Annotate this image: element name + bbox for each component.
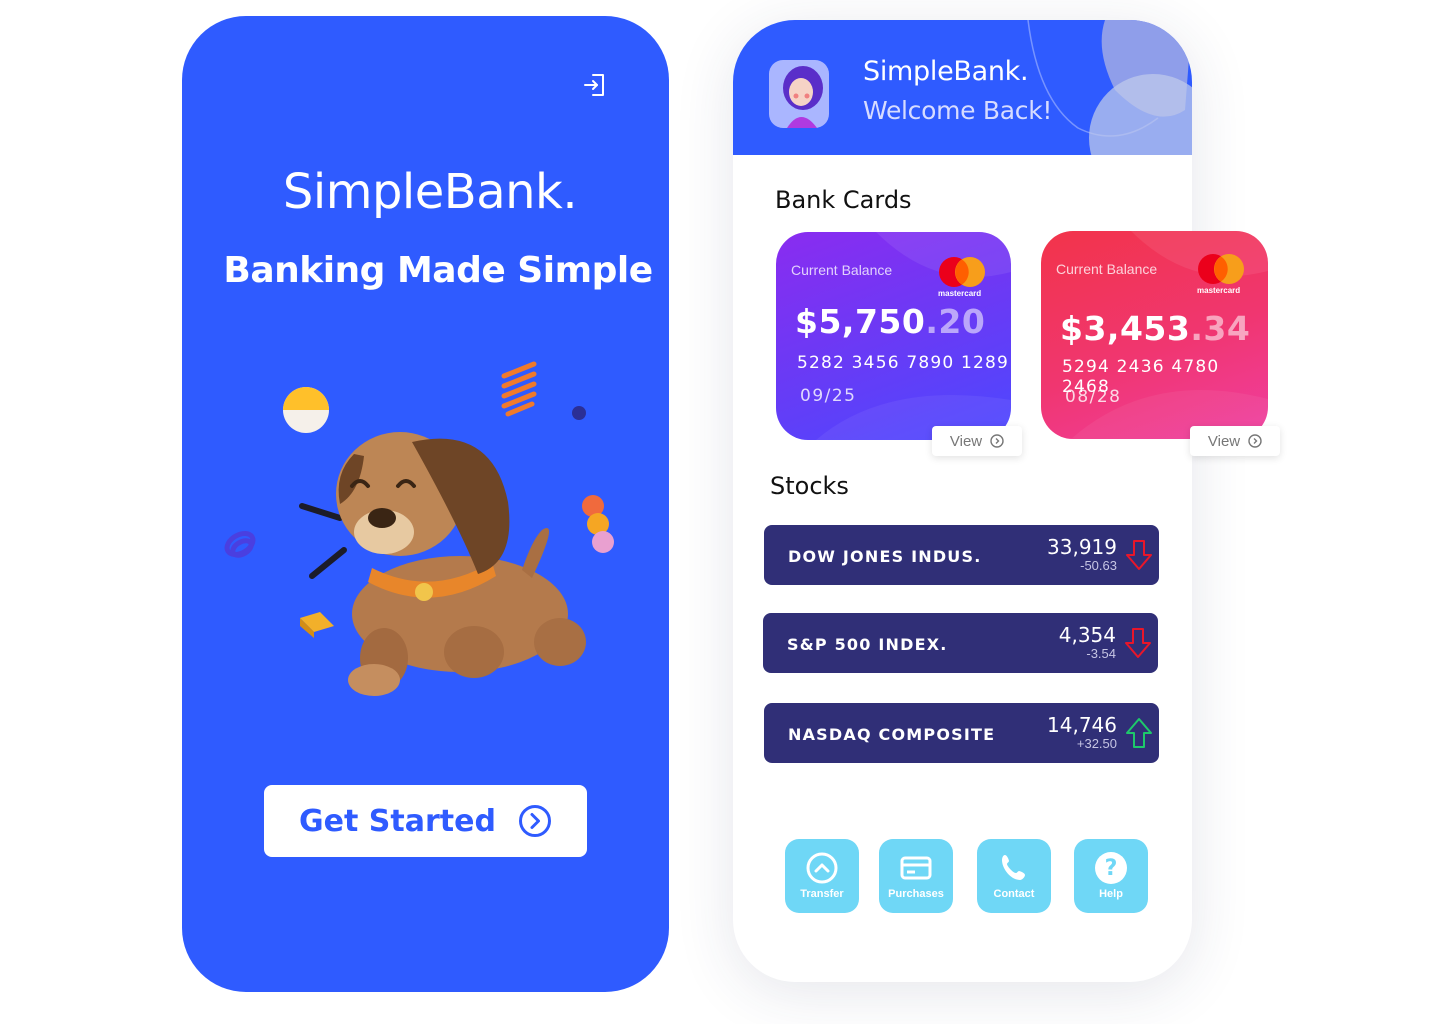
credit-card-icon bbox=[900, 856, 932, 880]
arrow-up-icon bbox=[1126, 718, 1152, 748]
stock-change: -50.63 bbox=[1080, 558, 1117, 573]
tagline: Banking Made Simple bbox=[223, 250, 653, 291]
stock-change: -3.54 bbox=[1086, 646, 1116, 661]
view-label: View bbox=[1207, 432, 1241, 450]
transfer-icon bbox=[806, 852, 838, 884]
dashboard-brand: SimpleBank. bbox=[863, 56, 1029, 87]
chevron-right-circle-icon bbox=[518, 805, 551, 837]
get-started-button[interactable]: Get Started bbox=[264, 785, 587, 857]
mastercard-icon: mastercard bbox=[1193, 253, 1251, 301]
phone-icon bbox=[1002, 855, 1025, 880]
card-expiry: 09/25 bbox=[800, 386, 857, 406]
help-icon: ? bbox=[1095, 852, 1127, 884]
transfer-button[interactable]: Transfer bbox=[785, 839, 859, 913]
bank-card[interactable]: Current Balance mastercard $5,750.20 528… bbox=[776, 232, 1011, 440]
bank-cards-title: Bank Cards bbox=[775, 186, 912, 214]
stock-row[interactable]: DOW JONES INDUS. 33,919 -50.63 bbox=[764, 525, 1159, 585]
onboarding-screen: SimpleBank. Banking Made Simple Get Star… bbox=[182, 16, 669, 992]
arrow-down-icon bbox=[1126, 540, 1152, 570]
stock-value: 4,354 bbox=[1058, 623, 1116, 647]
stock-value: 33,919 bbox=[1047, 535, 1117, 559]
purchases-label: Purchases bbox=[888, 888, 944, 900]
card-label: Current Balance bbox=[1056, 261, 1158, 277]
dashboard-header: SimpleBank. Welcome Back! bbox=[733, 20, 1192, 155]
arrow-down-icon bbox=[1125, 628, 1151, 658]
stock-value: 14,746 bbox=[1047, 713, 1117, 737]
dashboard-screen bbox=[733, 20, 1192, 982]
welcome-text: Welcome Back! bbox=[863, 96, 1053, 125]
stocks-title: Stocks bbox=[770, 472, 849, 500]
stock-change: +32.50 bbox=[1076, 736, 1117, 751]
contact-button[interactable]: Contact bbox=[977, 839, 1051, 913]
stock-name: DOW JONES INDUS. bbox=[788, 547, 982, 566]
help-label: Help bbox=[1099, 888, 1123, 900]
card-number: 5282 3456 7890 1289 bbox=[797, 353, 1010, 373]
app-brand: SimpleBank. bbox=[282, 164, 578, 220]
card-label: Current Balance bbox=[791, 262, 893, 278]
card-network: mastercard bbox=[1197, 286, 1241, 295]
chevron-right-circle-icon bbox=[1248, 434, 1262, 448]
view-label: View bbox=[949, 432, 983, 450]
avatar[interactable] bbox=[769, 58, 829, 128]
mastercard-icon: mastercard bbox=[934, 256, 992, 304]
svg-text:?: ? bbox=[1105, 856, 1118, 881]
chevron-right-circle-icon bbox=[990, 434, 1004, 448]
card-balance: $3,453.34 bbox=[1060, 309, 1251, 348]
purchases-button[interactable]: Purchases bbox=[879, 839, 953, 913]
card-balance: $5,750.20 bbox=[795, 302, 986, 341]
stock-name: NASDAQ COMPOSITE bbox=[788, 725, 996, 744]
card-expiry: 08/28 bbox=[1065, 387, 1122, 407]
transfer-label: Transfer bbox=[800, 888, 844, 900]
get-started-label: Get Started bbox=[299, 803, 496, 839]
contact-label: Contact bbox=[993, 888, 1035, 900]
stock-name: S&P 500 INDEX. bbox=[787, 635, 948, 654]
view-card-button[interactable]: View bbox=[932, 426, 1022, 456]
card-network: mastercard bbox=[938, 289, 982, 298]
help-button[interactable]: ? Help bbox=[1074, 839, 1148, 913]
puppy-illustration bbox=[224, 361, 614, 696]
login-icon[interactable] bbox=[582, 72, 608, 98]
stock-row[interactable]: NASDAQ COMPOSITE 14,746 +32.50 bbox=[764, 703, 1159, 763]
view-card-button[interactable]: View bbox=[1190, 426, 1280, 456]
stock-row[interactable]: S&P 500 INDEX. 4,354 -3.54 bbox=[763, 613, 1158, 673]
bank-card[interactable]: Current Balance mastercard $3,453.34 529… bbox=[1041, 231, 1268, 439]
